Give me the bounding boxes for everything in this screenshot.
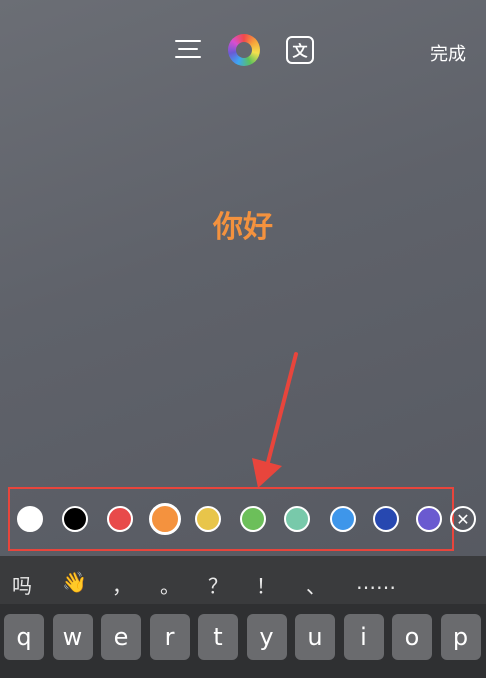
candidate-item[interactable]: ， [112, 570, 132, 599]
key-i[interactable]: i [343, 614, 384, 660]
color-swatch-yellow[interactable] [195, 506, 221, 532]
color-swatch-teal[interactable] [284, 506, 310, 532]
key-e[interactable]: e [101, 614, 141, 660]
color-swatch-dark-blue[interactable] [373, 506, 399, 532]
key-w[interactable]: w [52, 614, 93, 660]
color-swatch-red[interactable] [107, 506, 133, 532]
key-q[interactable]: q [4, 614, 44, 660]
candidate-item[interactable]: …… [356, 570, 396, 594]
color-swatch-orange[interactable] [149, 503, 181, 535]
key-y[interactable]: y [246, 614, 287, 660]
candidate-item[interactable]: 。 [160, 570, 180, 599]
candidate-item[interactable]: 吗 [12, 570, 32, 599]
color-swatch-blue[interactable] [330, 506, 356, 532]
color-swatch-white[interactable] [17, 506, 43, 532]
candidate-item[interactable]: ？ [208, 570, 228, 599]
key-u[interactable]: u [295, 614, 335, 660]
key-t[interactable]: t [198, 614, 238, 660]
candidate-item[interactable]: ！ [256, 570, 276, 599]
color-swatch-green[interactable] [240, 506, 266, 532]
color-swatch-black[interactable] [62, 506, 88, 532]
key-o[interactable]: o [392, 614, 432, 660]
color-swatch-purple[interactable] [416, 506, 442, 532]
candidate-item[interactable]: 、 [306, 570, 326, 599]
candidate-item[interactable]: 👋 [62, 570, 87, 594]
key-r[interactable]: r [149, 614, 190, 660]
clear-color-button[interactable]: ✕ [450, 506, 476, 532]
key-p[interactable]: p [440, 614, 481, 660]
